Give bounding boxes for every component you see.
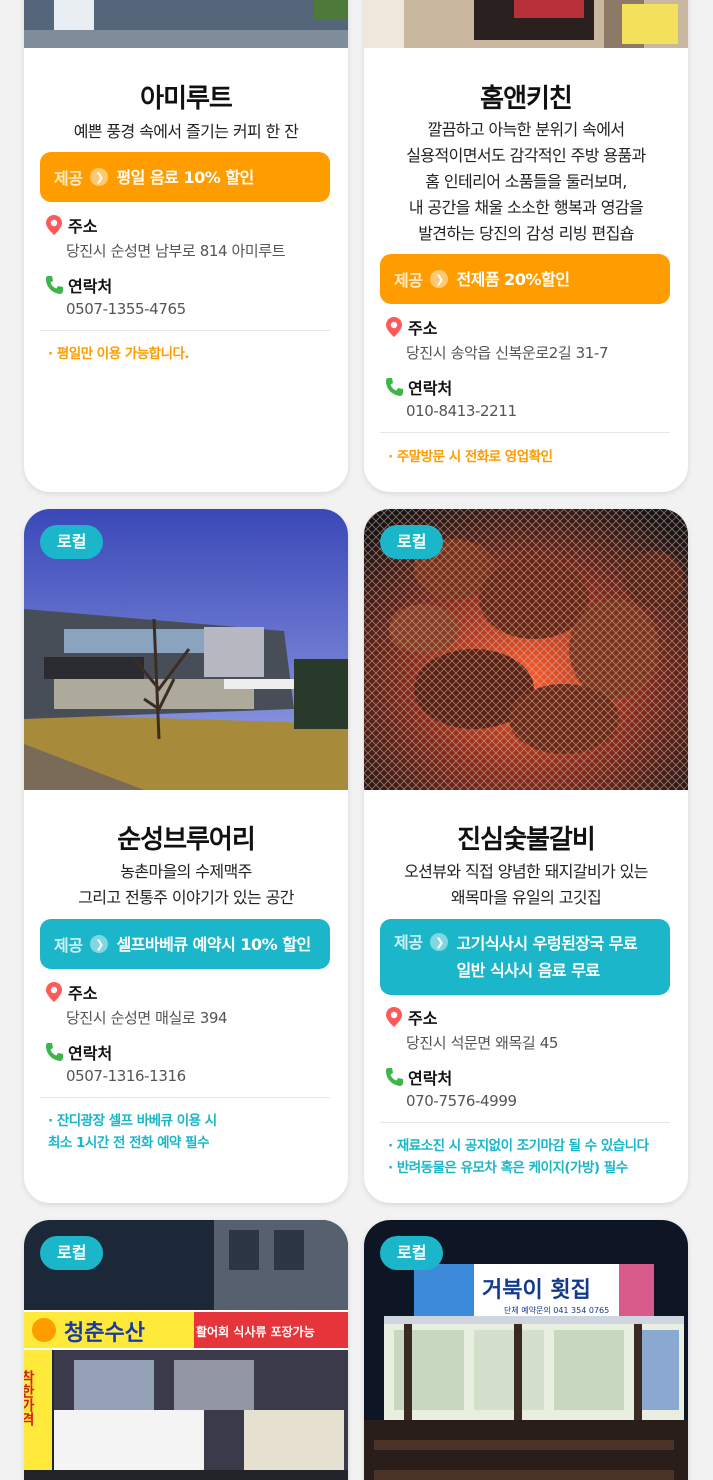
store-note: · 잔디광장 셀프 바베큐 이용 시 최소 1시간 전 전화 예약 필수 xyxy=(48,1113,217,1151)
sign-text: 거북이 횟집 xyxy=(482,1278,591,1303)
store-address: 당진시 석문면 왜목길 45 xyxy=(406,1034,558,1052)
store-card-cheongchun-susan[interactable]: 청춘수산 활어회 식사류 포장가능 착한가격 로컬 xyxy=(24,1220,348,1480)
local-badge: 로컬 xyxy=(380,1236,444,1270)
sign-text-2: 활어회 식사류 포장가능 xyxy=(196,1324,315,1339)
phone-icon xyxy=(46,276,63,294)
store-description: 깔끔하고 아늑한 분위기 속에서 실용적이면서도 감각적인 주방 용품과 홈 인… xyxy=(406,120,646,243)
chevron-right-icon: ❯ xyxy=(90,935,109,953)
address-heading: 주소 xyxy=(384,315,437,339)
phone-icon xyxy=(46,1043,63,1061)
location-pin-icon xyxy=(386,317,402,337)
divider xyxy=(380,1122,670,1123)
store-name: 아미루트 xyxy=(140,84,233,114)
store-phone[interactable]: 070-7576-4999 xyxy=(406,1092,517,1110)
contact-heading: 연락처 xyxy=(384,1065,452,1089)
local-badge: 로컬 xyxy=(40,525,104,559)
contact-heading: 연락처 xyxy=(44,1040,112,1064)
store-phone[interactable]: 0507-1316-1316 xyxy=(66,1067,186,1085)
store-card-sunseong-brewery[interactable]: 로컬 순성브루어리 농촌마을의 수제맥주 그리고 전통주 이야기가 있는 공간 … xyxy=(24,509,348,1203)
offer-button[interactable]: 제공 ❯ 고기식사시 우렁된장국 무료 일반 식사시 음료 무료 xyxy=(380,919,670,995)
store-card-geobugi-hoetjip[interactable]: 거북이 횟집 단체 예약문의 041 354 0765 로컬 xyxy=(364,1220,688,1480)
store-description: 오션뷰와 직접 양념한 돼지갈비가 있는 왜목마을 유일의 고깃집 xyxy=(404,862,648,907)
sign-text: 청춘수산 xyxy=(64,1321,145,1346)
store-phone[interactable]: 0507-1355-4765 xyxy=(66,300,186,318)
store-note: · 재료소진 시 공지없이 조기마감 될 수 있습니다 · 반려동물은 유모차 … xyxy=(388,1138,649,1176)
chevron-right-icon: ❯ xyxy=(430,933,449,951)
phone-icon xyxy=(386,378,403,396)
divider xyxy=(40,1097,330,1098)
divider xyxy=(380,432,670,433)
location-pin-icon xyxy=(46,982,62,1002)
divider xyxy=(40,330,330,331)
store-photo xyxy=(24,0,348,48)
store-description: 농촌마을의 수제맥주 그리고 전통주 이야기가 있는 공간 xyxy=(78,862,294,907)
store-card-amiroot[interactable]: 아미루트 예쁜 풍경 속에서 즐기는 커피 한 잔 제공 ❯ 평일 음료 10%… xyxy=(24,0,348,492)
store-name: 순성브루어리 xyxy=(117,825,256,855)
store-phone[interactable]: 010-8413-2211 xyxy=(406,402,517,420)
chevron-right-icon: ❯ xyxy=(90,168,109,186)
chevron-right-icon: ❯ xyxy=(430,270,449,288)
store-address: 당진시 순성면 매실로 394 xyxy=(66,1009,228,1027)
contact-heading: 연락처 xyxy=(44,273,112,297)
store-card-home-and-kitchen[interactable]: 홈앤키친 깔끔하고 아늑한 분위기 속에서 실용적이면서도 감각적인 주방 용품… xyxy=(364,0,688,492)
address-heading: 주소 xyxy=(384,1005,437,1029)
store-note: · 평일만 이용 가능합니다. xyxy=(48,346,190,362)
offer-button[interactable]: 제공 ❯ 전제품 20%할인 xyxy=(380,254,670,304)
store-name: 진심숯불갈비 xyxy=(457,825,596,855)
offer-button[interactable]: 제공 ❯ 평일 음료 10% 할인 xyxy=(40,152,330,202)
contact-heading: 연락처 xyxy=(384,375,452,399)
store-photo xyxy=(364,0,688,48)
phone-icon xyxy=(386,1068,403,1086)
store-note: · 주말방문 시 전화로 영업확인 xyxy=(388,449,553,465)
store-address: 당진시 송악읍 신복운로2길 31-7 xyxy=(406,344,609,362)
store-address: 당진시 순성면 남부로 814 아미루트 xyxy=(66,242,286,260)
local-badge: 로컬 xyxy=(380,525,444,559)
location-pin-icon xyxy=(386,1007,402,1027)
local-badge: 로컬 xyxy=(40,1236,104,1270)
address-heading: 주소 xyxy=(44,213,97,237)
store-description: 예쁜 풍경 속에서 즐기는 커피 한 잔 xyxy=(73,122,299,141)
sign-sub-text: 단체 예약문의 041 354 0765 xyxy=(504,1305,609,1315)
store-name: 홈앤키친 xyxy=(480,84,573,114)
side-text: 착한가격 xyxy=(24,1369,35,1427)
address-heading: 주소 xyxy=(44,980,97,1004)
offer-button[interactable]: 제공 ❯ 셀프바베큐 예약시 10% 할인 xyxy=(40,919,330,969)
store-card-jinsim-galbi[interactable]: 로컬 진심숯불갈비 오션뷰와 직접 양념한 돼지갈비가 있는 왜목마을 유일의 … xyxy=(364,509,688,1203)
location-pin-icon xyxy=(46,215,62,235)
